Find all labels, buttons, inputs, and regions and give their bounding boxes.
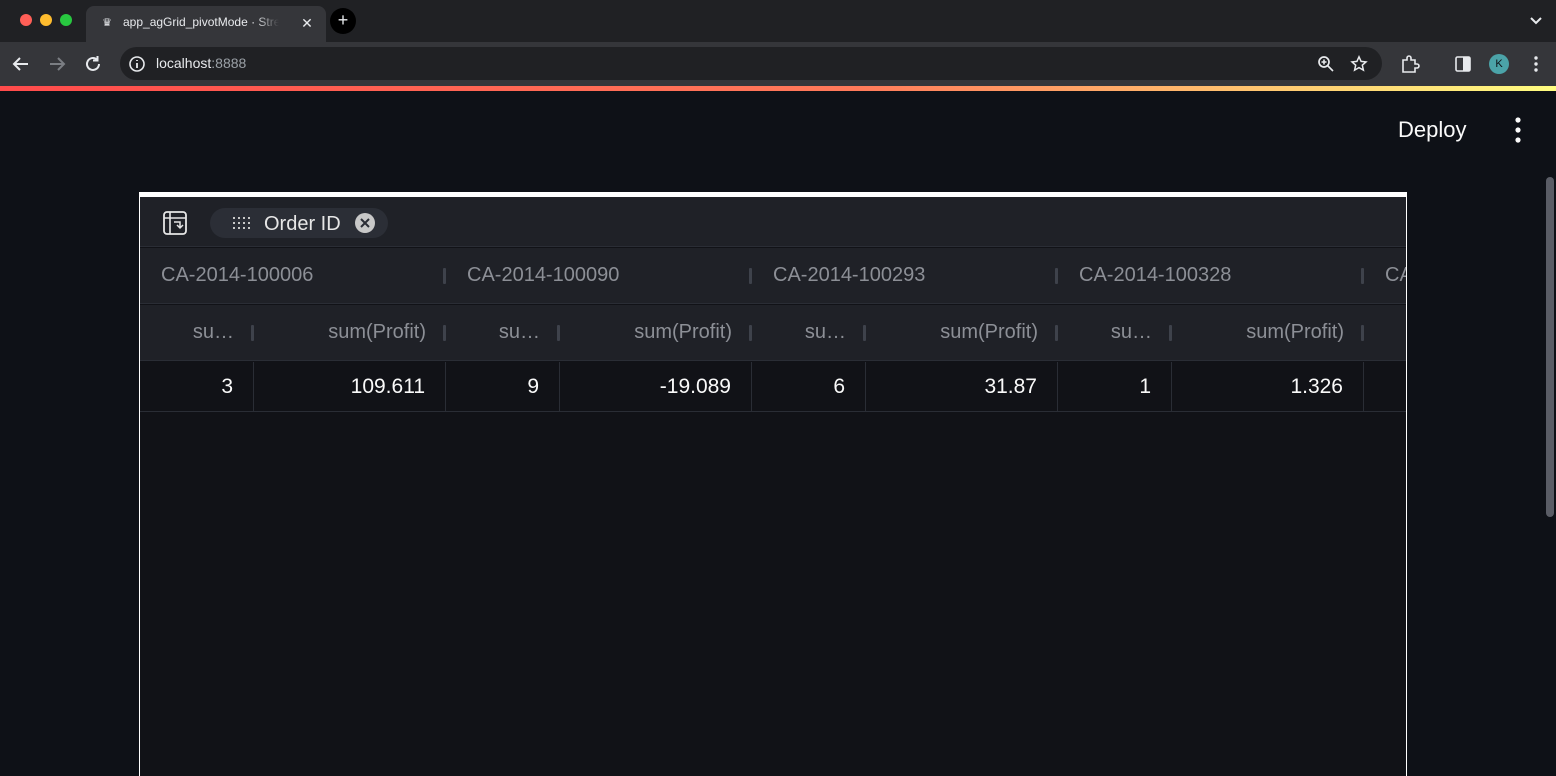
group-header-label: CA (1385, 264, 1406, 286)
group-header-label: CA-2014-100293 (773, 264, 926, 286)
forward-arrow-icon[interactable] (46, 53, 68, 75)
group-header-cell[interactable]: CA-2014-100328 (1058, 248, 1364, 304)
table-cell[interactable]: 3 (140, 362, 254, 411)
column-header-cell[interactable]: su… (752, 305, 866, 361)
column-header-label: su… (1110, 321, 1152, 343)
ag-grid: Order ID CA-2014-100006 CA-2014-100090 C… (139, 192, 1407, 776)
browser-menu-icon[interactable] (1526, 54, 1546, 74)
app-view: Deploy Order ID CA-2014-100006 CA-2014-1… (0, 91, 1556, 776)
pivot-drop-panel: Order ID (140, 197, 1406, 247)
browser-tab[interactable]: ♛ app_agGrid_pivotMode · Streamlit ✕ (86, 6, 326, 42)
cell-value: 1.326 (1290, 375, 1343, 398)
url-text: localhost:8888 (156, 55, 247, 71)
cell-value: 9 (527, 375, 539, 398)
pivot-mode-icon (163, 211, 187, 235)
bookmark-star-icon[interactable] (1350, 55, 1368, 73)
table-cell[interactable]: 1 (1058, 362, 1172, 411)
column-header-label: sum(Profit) (1246, 321, 1344, 343)
tab-search-chevron-icon[interactable] (1526, 10, 1546, 30)
back-arrow-icon[interactable] (10, 53, 32, 75)
cell-value: 6 (833, 375, 845, 398)
group-header-cell[interactable]: CA-2014-100006 (140, 248, 446, 304)
pivot-column-chip[interactable]: Order ID (210, 208, 388, 238)
group-header-cell[interactable]: CA-2014-100090 (446, 248, 752, 304)
cell-value: 109.611 (350, 375, 425, 398)
side-panel-icon[interactable] (1453, 54, 1473, 74)
cell-value: -19.089 (659, 375, 731, 398)
pivot-chip-label: Order ID (264, 213, 341, 235)
column-header-cell[interactable]: su… (1058, 305, 1172, 361)
maximize-window-button[interactable] (60, 14, 72, 26)
column-header-label: su… (192, 321, 234, 343)
streamlit-favicon-icon: ♛ (102, 17, 112, 29)
tab-title: app_agGrid_pivotMode · Streamlit (123, 15, 279, 29)
column-header-label: sum(Profit) (634, 321, 732, 343)
group-header-cell[interactable]: CA-2014-100293 (752, 248, 1058, 304)
extensions-puzzle-icon[interactable] (1400, 54, 1420, 74)
column-header-cell[interactable]: sum(Profit) (254, 305, 446, 361)
column-header-label: su… (804, 321, 846, 343)
zoom-icon[interactable] (1317, 55, 1335, 73)
column-header-cell[interactable]: su… (446, 305, 560, 361)
table-cell[interactable]: -19.089 (560, 362, 752, 411)
main-menu-icon[interactable] (1508, 115, 1528, 145)
table-cell[interactable]: 9 (446, 362, 560, 411)
new-tab-button[interactable]: + (330, 8, 356, 34)
column-header-cell[interactable]: sum(Profit) (560, 305, 752, 361)
reload-icon[interactable] (82, 53, 104, 75)
minimize-window-button[interactable] (40, 14, 52, 26)
column-resize-handle[interactable] (1361, 325, 1364, 341)
group-header-label: CA-2014-100328 (1079, 264, 1232, 286)
column-header-cell[interactable]: sum(Profit) (1172, 305, 1364, 361)
profile-avatar[interactable]: K (1489, 54, 1509, 74)
column-header-label: su… (498, 321, 540, 343)
column-header-label: sum(Profit) (328, 321, 426, 343)
column-header-cell[interactable]: su… (140, 305, 254, 361)
cell-value: 1 (1139, 375, 1151, 398)
table-cell[interactable]: 109.611 (254, 362, 446, 411)
group-header-label: CA-2014-100090 (467, 264, 620, 286)
pivot-group-header-row: CA-2014-100006 CA-2014-100090 CA-2014-10… (140, 248, 1406, 304)
cell-value: 3 (221, 375, 233, 398)
page-scrollbar[interactable] (1546, 177, 1554, 517)
column-header-label: sum(Profit) (940, 321, 1038, 343)
column-header-cell[interactable]: sum(Profit) (866, 305, 1058, 361)
table-cell[interactable]: 31.87 (866, 362, 1058, 411)
group-header-cell[interactable]: CA (1364, 248, 1406, 304)
deploy-button[interactable]: Deploy (1398, 117, 1466, 143)
remove-chip-icon[interactable] (354, 212, 376, 234)
group-header-label: CA-2014-100006 (161, 264, 314, 286)
browser-toolbar: localhost:8888 K (0, 42, 1556, 86)
column-header-row: su… sum(Profit) su… sum(Profit) su… sum(… (140, 305, 1406, 361)
tab-close-icon[interactable]: ✕ (298, 14, 316, 32)
browser-tab-bar: ♛ app_agGrid_pivotMode · Streamlit ✕ + (0, 0, 1556, 42)
address-bar[interactable]: localhost:8888 (120, 47, 1382, 80)
close-window-button[interactable] (20, 14, 32, 26)
table-row[interactable]: 3 109.611 9 -19.089 6 31.87 1 1.326 (140, 362, 1406, 412)
table-cell[interactable]: 1.326 (1172, 362, 1364, 411)
drag-handle-icon[interactable] (232, 216, 252, 230)
cell-value: 31.87 (984, 375, 1037, 398)
table-cell[interactable]: 6 (752, 362, 866, 411)
site-info-icon[interactable] (127, 54, 147, 74)
